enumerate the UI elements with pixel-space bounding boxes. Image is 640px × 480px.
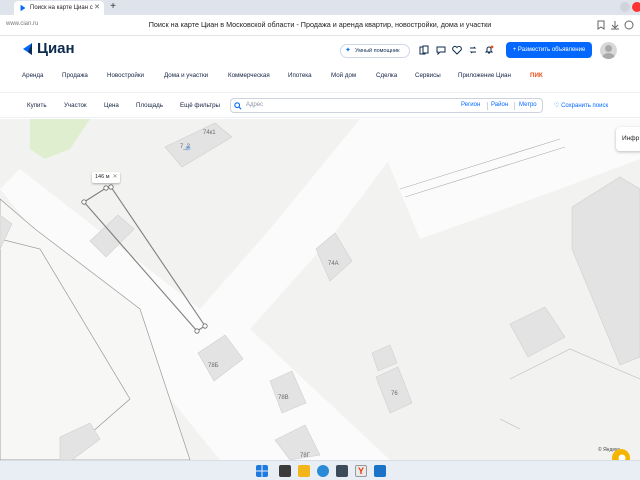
address-search-input[interactable]: Адрес Регион Район Метро [230, 98, 543, 113]
file-explorer-icon[interactable] [298, 465, 310, 477]
divider [487, 102, 488, 110]
ruler-point[interactable] [194, 328, 200, 334]
building-label: 7_2 [180, 144, 191, 150]
browser-tab-title: Поиск на карте Циан с [30, 5, 93, 11]
edge-browser-icon[interactable] [317, 465, 329, 477]
ruler-point[interactable] [108, 184, 114, 190]
task-view-icon[interactable] [279, 465, 291, 477]
favorites-heart-icon[interactable] [452, 45, 462, 55]
map-canvas[interactable]: 74к1 7_2 74А 78Б 78В 76 78Г 146 м ✕ Инфр… [0, 119, 640, 460]
nav-item-app[interactable]: Приложение Циан [458, 72, 511, 79]
user-avatar[interactable] [600, 42, 617, 59]
smart-assistant-button[interactable]: ✦ Умный помощник [340, 44, 410, 58]
app-icon[interactable] [374, 465, 386, 477]
browser-tab-strip: Поиск на карте Циан с ✕ + [0, 0, 640, 15]
account-icon[interactable] [624, 20, 634, 30]
nav-item-sale[interactable]: Продажа [62, 72, 88, 79]
property-type-filter[interactable]: Участок [64, 102, 87, 109]
compare-icon[interactable] [419, 45, 429, 55]
building-label: 74А [328, 261, 339, 267]
yandex-browser-icon[interactable] [632, 2, 640, 12]
nav-item-deal[interactable]: Сделка [376, 72, 397, 79]
building[interactable] [371, 344, 398, 372]
building-74k1[interactable] [164, 122, 233, 168]
measure-value: 146 м [95, 174, 110, 180]
building-label: 78В [278, 395, 289, 401]
map-background [0, 119, 640, 460]
region-link[interactable]: Регион [461, 102, 480, 108]
building[interactable] [509, 306, 566, 358]
yandex-taskbar-icon[interactable]: Y [355, 465, 367, 477]
search-placeholder: Адрес [246, 102, 264, 108]
building-label: 78Б [208, 363, 219, 369]
main-nav: Аренда Продажа Новостройки Дома и участк… [0, 72, 640, 84]
infrastructure-button[interactable]: Инфр [616, 127, 640, 151]
tab-actions-icon[interactable] [620, 2, 630, 12]
notifications-bell-icon[interactable] [484, 45, 494, 55]
park-area [30, 119, 90, 159]
downloads-icon[interactable] [610, 20, 620, 30]
save-search-button[interactable]: ♡ Сохранить поиск [554, 102, 608, 109]
store-icon[interactable] [336, 465, 348, 477]
measure-distance-label: 146 м ✕ [92, 172, 120, 183]
more-filters-button[interactable]: Ещё фильтры [180, 102, 220, 109]
nav-item-pik[interactable]: ПИК [530, 72, 543, 79]
area-filter[interactable]: Площадь [136, 102, 163, 109]
os-taskbar: Y [0, 460, 640, 480]
cian-logo-icon [23, 42, 32, 55]
district-link[interactable]: Район [491, 102, 508, 108]
filters-bar: Купить Участок Цена Площадь Ещё фильтры … [0, 92, 640, 118]
search-icon [234, 102, 242, 110]
measure-close-icon[interactable]: ✕ [112, 172, 117, 183]
new-tab-button[interactable]: + [107, 1, 119, 13]
nav-item-commercial[interactable]: Коммерческая [228, 72, 270, 79]
divider [514, 102, 515, 110]
ruler-point[interactable] [202, 323, 208, 329]
building-label: 74к1 [203, 130, 216, 136]
heart-icon: ♡ [554, 103, 560, 109]
ruler-point[interactable] [103, 185, 109, 191]
post-ad-button[interactable]: + Разместить объявление [506, 42, 592, 58]
chat-icon[interactable] [436, 45, 446, 55]
nav-item-houses-plots[interactable]: Дома и участки [164, 72, 208, 79]
browser-tab[interactable]: Поиск на карте Циан с ✕ [14, 1, 104, 15]
windows-start-icon[interactable] [256, 465, 268, 477]
chat-bubble-icon[interactable] [610, 448, 634, 460]
nav-item-new-buildings[interactable]: Новостройки [107, 72, 144, 79]
save-search-label: Сохранить поиск [561, 103, 609, 109]
bookmark-icon[interactable] [596, 20, 606, 30]
assistant-label: Умный помощник [355, 48, 400, 54]
cian-logo[interactable]: Циан [22, 40, 75, 57]
price-filter[interactable]: Цена [104, 102, 119, 109]
building-76[interactable] [375, 366, 413, 414]
search-history-icon[interactable] [468, 45, 478, 55]
address-bar: www.cian.ru Поиск на карте Циан в Москов… [0, 15, 640, 36]
building-label: 76 [391, 391, 398, 397]
nav-item-rent[interactable]: Аренда [22, 72, 43, 79]
nav-item-services[interactable]: Сервисы [415, 72, 441, 79]
logo-text: Циан [37, 40, 75, 57]
sparkle-icon: ✦ [345, 47, 351, 54]
nav-item-my-home[interactable]: Мой дом [331, 72, 356, 79]
deal-type-filter[interactable]: Купить [27, 102, 47, 109]
nav-item-mortgage[interactable]: Ипотека [288, 72, 312, 79]
building-label: 78Г [300, 453, 310, 459]
cian-favicon-icon [20, 4, 26, 12]
metro-link[interactable]: Метро [519, 102, 537, 108]
building[interactable] [571, 176, 640, 366]
tab-close-icon[interactable]: ✕ [94, 1, 100, 15]
ruler-point[interactable] [81, 199, 87, 205]
page-title: Поиск на карте Циан в Московской области… [148, 20, 492, 29]
